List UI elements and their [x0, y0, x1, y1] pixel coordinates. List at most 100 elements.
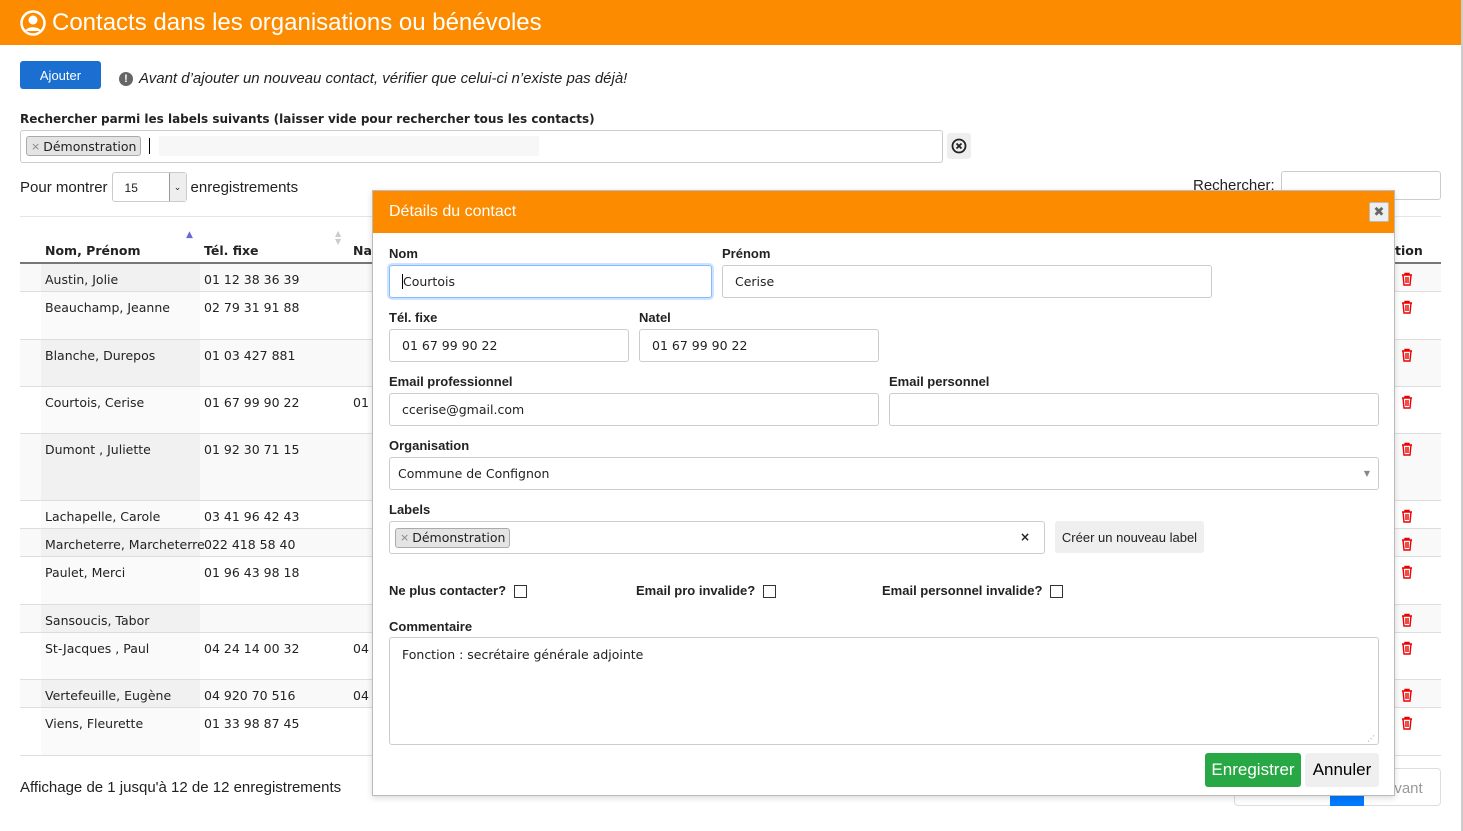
- sorted-column-shade: [41, 340, 200, 386]
- label-tag[interactable]: × Démonstration: [395, 527, 511, 548]
- natel-value: 01 67 99 90 22: [652, 338, 748, 353]
- clear-icon[interactable]: ×: [1020, 530, 1030, 544]
- length-value: 15: [124, 181, 138, 195]
- table-info: Affichage de 1 jusqu'à 12 de 12 enregist…: [20, 779, 342, 796]
- trash-icon[interactable]: [1401, 716, 1413, 730]
- email-perso-input[interactable]: [889, 393, 1379, 426]
- email-perso-invalide-checkbox[interactable]: [1050, 585, 1064, 599]
- trash-icon[interactable]: [1401, 442, 1413, 456]
- commentaire-value: Fonction : secrétaire générale adjointe: [402, 647, 644, 662]
- organisation-value: Commune de Confignon: [398, 466, 550, 481]
- cell-natel: 04: [353, 641, 369, 656]
- length-suffix: enregistrements: [190, 178, 299, 196]
- label-tag[interactable]: × Démonstration: [26, 136, 142, 156]
- exclamation-icon: !: [119, 71, 133, 86]
- tel-input[interactable]: 01 67 99 90 22: [389, 329, 629, 362]
- email-pro-input[interactable]: ccerise@gmail.com: [389, 393, 879, 426]
- cell-name: Austin, Jolie: [45, 272, 119, 287]
- page-title: Contacts dans les organisations ou bénév…: [52, 8, 542, 36]
- cell-name: Dumont , Juliette: [45, 442, 151, 457]
- page-header: Contacts dans les organisations ou bénév…: [0, 0, 1461, 45]
- email-pro-invalide-checkbox[interactable]: [763, 585, 777, 599]
- column-header-name[interactable]: Nom, Prénom: [45, 243, 141, 258]
- cell-tel: 022 418 58 40: [204, 537, 296, 552]
- nom-input[interactable]: Courtois: [389, 265, 712, 298]
- modal-title: Détails du contact: [373, 191, 1394, 233]
- cell-tel: 01 03 427 881: [204, 348, 296, 363]
- sort-asc-icon: ▲: [186, 230, 193, 240]
- organisation-select[interactable]: Commune de Confignon ▼: [389, 457, 1379, 490]
- next-page-button[interactable]: ivant: [1391, 780, 1423, 797]
- cell-tel: 04 24 14 00 32: [204, 641, 300, 656]
- tag-input-area[interactable]: [159, 136, 539, 156]
- add-button[interactable]: Ajouter: [20, 61, 101, 89]
- cell-tel: 03 41 96 42 43: [204, 509, 300, 524]
- email-pro-label: Email professionnel: [389, 374, 513, 389]
- page-length-select[interactable]: 15 ⌄: [111, 172, 187, 202]
- cell-name: Lachapelle, Carole: [45, 509, 161, 524]
- email-perso-label: Email personnel: [889, 374, 990, 389]
- label-search-input[interactable]: × Démonstration: [20, 130, 943, 163]
- cell-name: Beauchamp, Jeanne: [45, 300, 170, 315]
- resize-handle-icon[interactable]: ⋰: [1367, 734, 1375, 743]
- ne-plus-contacter-field: Ne plus contacter?: [389, 583, 528, 599]
- cell-tel: 01 33 98 87 45: [204, 716, 300, 731]
- prenom-input[interactable]: Cerise: [722, 265, 1212, 298]
- remove-tag-icon[interactable]: ×: [31, 140, 40, 153]
- cancel-button[interactable]: Annuler: [1305, 753, 1379, 787]
- trash-icon[interactable]: [1401, 348, 1413, 362]
- cell-name: Viens, Fleurette: [45, 716, 144, 731]
- trash-icon[interactable]: [1401, 272, 1413, 286]
- remove-tag-icon[interactable]: ×: [400, 531, 409, 544]
- trash-icon[interactable]: [1401, 509, 1413, 523]
- email-pro-value: ccerise@gmail.com: [402, 402, 525, 417]
- column-header-tel[interactable]: Tél. fixe: [204, 243, 259, 258]
- ne-plus-contacter-checkbox[interactable]: [514, 585, 528, 599]
- cell-name: Marcheterre, Marcheterre: [45, 537, 205, 552]
- cell-name: St-Jacques , Paul: [45, 641, 150, 656]
- natel-input[interactable]: 01 67 99 90 22: [639, 329, 879, 362]
- trash-icon[interactable]: [1401, 688, 1413, 702]
- cell-tel: 01 67 99 90 22: [204, 395, 300, 410]
- prenom-label: Prénom: [722, 246, 771, 261]
- warning-message: ! Avant d’ajouter un nouveau contact, vér…: [119, 70, 627, 87]
- natel-label: Natel: [639, 310, 671, 325]
- text-cursor: [149, 138, 151, 154]
- labels-input[interactable]: × Démonstration ×: [389, 521, 1045, 554]
- email-perso-invalide-label: Email personnel invalide?: [882, 583, 1043, 598]
- clear-labels-button[interactable]: [947, 133, 971, 159]
- column-header-natel[interactable]: Na: [353, 243, 372, 258]
- cell-tel: 01 96 43 98 18: [204, 565, 300, 580]
- trash-icon[interactable]: [1401, 537, 1413, 551]
- contact-details-modal: Détails du contact ✖ Nom Courtois Prénom…: [372, 190, 1395, 796]
- create-label-button[interactable]: Créer un nouveau label: [1055, 521, 1204, 553]
- circle-x-icon: [951, 138, 967, 154]
- email-pro-invalide-label: Email pro invalide?: [636, 583, 756, 598]
- trash-icon[interactable]: [1401, 395, 1413, 409]
- prenom-value: Cerise: [735, 274, 775, 289]
- nom-value: Courtois: [402, 274, 455, 289]
- nom-label: Nom: [389, 246, 418, 261]
- sorted-column-shade: [41, 633, 200, 679]
- user-circle-icon: [20, 9, 46, 36]
- trash-icon[interactable]: [1401, 565, 1413, 579]
- tel-label: Tél. fixe: [389, 310, 438, 325]
- cell-natel: 04: [353, 688, 369, 703]
- commentaire-label: Commentaire: [389, 619, 473, 634]
- cell-tel: 04 920 70 516: [204, 688, 296, 703]
- trash-icon[interactable]: [1401, 613, 1413, 627]
- chevron-down-icon: ⌄: [168, 173, 186, 201]
- trash-icon[interactable]: [1401, 641, 1413, 655]
- close-icon[interactable]: ✖: [1369, 202, 1389, 222]
- caret-down-icon: ▼: [1363, 469, 1370, 478]
- tel-value: 01 67 99 90 22: [402, 338, 498, 353]
- warning-text: Avant d’ajouter un nouveau contact, véri…: [139, 70, 628, 87]
- page-length-control: Pour montrer 15 ⌄ enregistrements: [20, 172, 298, 202]
- email-perso-invalide-field: Email personnel invalide?: [882, 583, 1064, 599]
- save-button[interactable]: Enregistrer: [1205, 753, 1301, 787]
- sorted-column-shade: [41, 387, 200, 433]
- commentaire-textarea[interactable]: Fonction : secrétaire générale adjointe ⋰: [389, 637, 1379, 745]
- cell-name: Vertefeuille, Eugène: [45, 688, 172, 703]
- trash-icon[interactable]: [1401, 300, 1413, 314]
- email-pro-invalide-field: Email pro invalide?: [636, 583, 777, 599]
